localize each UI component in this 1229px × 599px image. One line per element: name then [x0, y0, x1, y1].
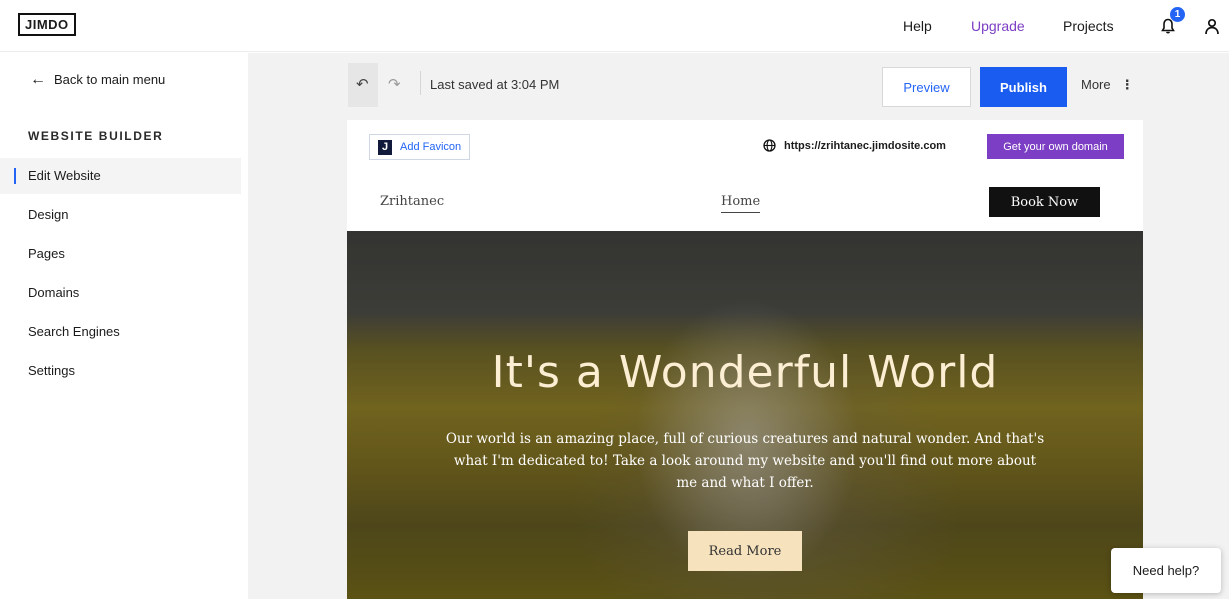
upgrade-link[interactable]: Upgrade — [971, 17, 1025, 35]
website-preview: J Add Favicon https://zrihtanec.jimdosit… — [347, 120, 1143, 599]
site-domain-url: https://zrihtanec.jimdosite.com — [784, 139, 946, 152]
notification-badge: 1 — [1170, 7, 1185, 22]
editor-area: ↶ ↷ Last saved at 3:04 PM Preview Publis… — [248, 53, 1229, 599]
help-link[interactable]: Help — [903, 17, 932, 35]
sidebar-item-domains[interactable]: Domains — [0, 275, 241, 311]
top-bar: JIMDO Help Upgrade Projects 1 — [0, 0, 1229, 52]
arrow-left-icon: ← — [30, 71, 46, 88]
last-saved-status: Last saved at 3:04 PM — [430, 77, 560, 92]
add-favicon-label: Add Favicon — [400, 141, 462, 153]
user-icon[interactable] — [1204, 18, 1220, 35]
hero-section[interactable]: It's a Wonderful World Our world is an a… — [347, 231, 1143, 599]
read-more-button[interactable]: Read More — [688, 531, 802, 571]
get-your-own-domain-button[interactable]: Get your own domain — [987, 134, 1124, 159]
projects-link[interactable]: Projects — [1063, 17, 1114, 35]
back-link-label: Back to main menu — [54, 72, 166, 87]
sidebar-item-search-engines[interactable]: Search Engines — [0, 314, 241, 350]
hero-title[interactable]: It's a Wonderful World — [347, 347, 1143, 398]
sidebar-item-pages[interactable]: Pages — [0, 236, 241, 272]
more-label: More — [1081, 77, 1111, 92]
add-favicon-button[interactable]: J Add Favicon — [369, 134, 471, 160]
back-to-main-menu-link[interactable]: ← Back to main menu — [30, 71, 165, 89]
hero-text[interactable]: Our world is an amazing place, full of c… — [445, 428, 1045, 494]
undo-icon[interactable]: ↶ — [356, 75, 369, 93]
site-domain: https://zrihtanec.jimdosite.com — [763, 139, 946, 152]
sidebar-item-edit-website[interactable]: Edit Website — [0, 158, 241, 194]
more-dots-icon: ⋮ — [1120, 77, 1134, 92]
sidebar-item-design[interactable]: Design — [0, 197, 241, 233]
globe-icon — [763, 139, 776, 152]
toolbar-divider — [420, 71, 421, 95]
favicon-j-icon: J — [378, 139, 392, 155]
publish-button[interactable]: Publish — [980, 67, 1067, 107]
jimdo-logo[interactable]: JIMDO — [18, 13, 76, 36]
preview-button[interactable]: Preview — [882, 67, 971, 107]
site-brand-name[interactable]: Zrihtanec — [380, 194, 444, 209]
site-nav-home[interactable]: Home — [721, 194, 761, 213]
section-title: WEBSITE BUILDER — [28, 129, 164, 143]
book-now-button[interactable]: Book Now — [989, 187, 1100, 217]
more-menu-button[interactable]: More ⋮ — [1081, 77, 1134, 93]
sidebar-item-settings[interactable]: Settings — [0, 353, 241, 389]
sidebar: ← Back to main menu WEBSITE BUILDER Edit… — [0, 53, 248, 599]
redo-icon[interactable]: ↷ — [388, 75, 401, 93]
need-help-button[interactable]: Need help? — [1111, 548, 1221, 593]
